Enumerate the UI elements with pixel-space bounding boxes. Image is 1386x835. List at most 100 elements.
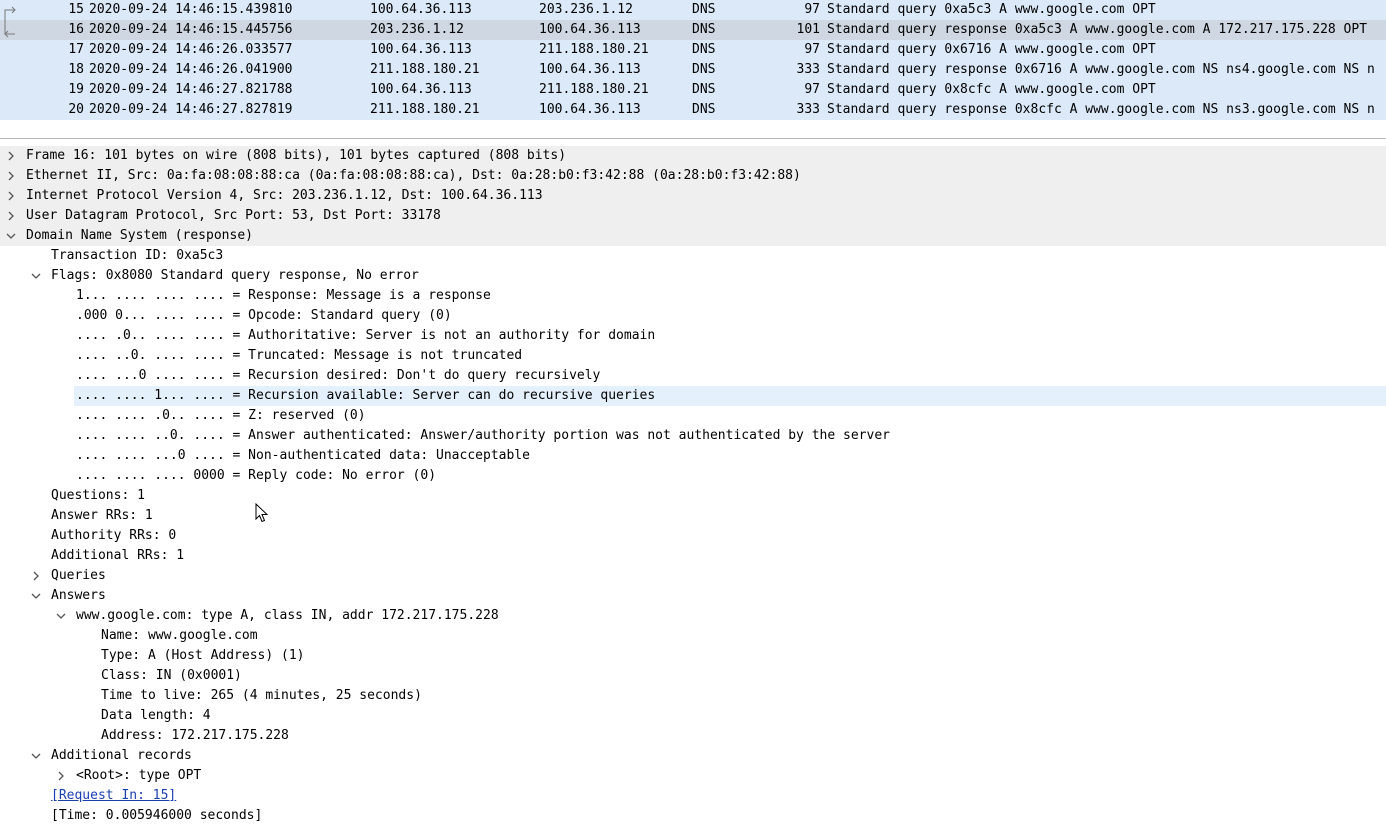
tree-flag-authoritative[interactable]: .... .0.. .... .... = Authoritative: Ser… <box>0 326 1386 346</box>
tree-answer-name[interactable]: Name: www.google.com <box>0 626 1386 646</box>
tree-ethernet[interactable]: Ethernet II, Src: 0a:fa:08:08:88:ca (0a:… <box>0 166 1386 186</box>
tree-answer-type[interactable]: Type: A (Host Address) (1) <box>0 646 1386 666</box>
packet-source: 100.64.36.113 <box>370 2 472 17</box>
packet-source: 203.236.1.12 <box>370 22 464 37</box>
chevron-right-icon[interactable] <box>54 769 68 783</box>
packet-row[interactable]: 18 2020-09-24 14:46:26.041900 211.188.180.… <box>0 60 1386 80</box>
packet-length: 97 <box>804 2 820 17</box>
packet-destination: 100.64.36.113 <box>539 22 641 37</box>
packet-destination: 100.64.36.113 <box>539 62 641 77</box>
tree-authority-rrs[interactable]: Authority RRs: 0 <box>0 526 1386 546</box>
packet-time: 2020-09-24 14:46:27.827819 <box>89 102 293 117</box>
tree-answer-record[interactable]: www.google.com: type A, class IN, addr 1… <box>0 606 1386 626</box>
chevron-right-icon[interactable] <box>29 569 43 583</box>
tree-row-label: Data length: 4 <box>101 708 211 723</box>
tree-row-label: Answer RRs: 1 <box>51 508 153 523</box>
chevron-down-icon[interactable] <box>29 749 43 763</box>
tree-flag-z[interactable]: .... .... .0.. .... = Z: reserved (0) <box>0 406 1386 426</box>
packet-protocol: DNS <box>692 2 716 17</box>
tree-frame[interactable]: Frame 16: 101 bytes on wire (808 bits), … <box>0 146 1386 166</box>
tree-queries[interactable]: Queries <box>0 566 1386 586</box>
tree-row-label: .... .... .... 0000 = Reply code: No err… <box>76 468 437 483</box>
packet-time: 2020-09-24 14:46:15.445756 <box>89 22 293 37</box>
packet-details-tree[interactable]: Frame 16: 101 bytes on wire (808 bits), … <box>0 146 1386 835</box>
tree-additional-rrs[interactable]: Additional RRs: 1 <box>0 546 1386 566</box>
chevron-right-icon[interactable] <box>4 189 18 203</box>
packet-number: 18 <box>68 62 84 77</box>
tree-answer-rrs[interactable]: Answer RRs: 1 <box>0 506 1386 526</box>
tree-row-label: User Datagram Protocol, Src Port: 53, Ds… <box>26 208 441 223</box>
tree-flag-recursion-available[interactable]: .... .... 1... .... = Recursion availabl… <box>0 386 1386 406</box>
chevron-right-icon[interactable] <box>4 149 18 163</box>
chevron-right-icon[interactable] <box>4 209 18 223</box>
tree-udp[interactable]: User Datagram Protocol, Src Port: 53, Ds… <box>0 206 1386 226</box>
tree-ipv4[interactable]: Internet Protocol Version 4, Src: 203.23… <box>0 186 1386 206</box>
packet-length: 97 <box>804 82 820 97</box>
tree-root-opt[interactable]: <Root>: type OPT <box>0 766 1386 786</box>
tree-row-label: <Root>: type OPT <box>76 768 202 783</box>
packet-number: 16 <box>68 22 84 37</box>
tree-transaction-id[interactable]: Transaction ID: 0xa5c3 <box>0 246 1386 266</box>
packet-info: Standard query response 0x6716 A www.goo… <box>827 62 1375 77</box>
tree-row-label: Ethernet II, Src: 0a:fa:08:08:88:ca (0a:… <box>26 168 801 183</box>
packet-row[interactable]: 17 2020-09-24 14:46:26.033577 100.64.36.11… <box>0 40 1386 60</box>
tree-answer-ttl[interactable]: Time to live: 265 (4 minutes, 25 seconds… <box>0 686 1386 706</box>
packet-number: 17 <box>68 42 84 57</box>
chevron-right-icon[interactable] <box>4 169 18 183</box>
packet-source: 100.64.36.113 <box>370 42 472 57</box>
tree-answer-address[interactable]: Address: 172.217.175.228 <box>0 726 1386 746</box>
tree-flag-answer-authenticated[interactable]: .... .... ..0. .... = Answer authenticat… <box>0 426 1386 446</box>
tree-row-label: www.google.com: type A, class IN, addr 1… <box>76 608 499 623</box>
tree-flag-truncated[interactable]: .... ..0. .... .... = Truncated: Message… <box>0 346 1386 366</box>
packet-length: 333 <box>796 62 820 77</box>
packet-length: 97 <box>804 42 820 57</box>
tree-row-label: .... .... ...0 .... = Non-authenticated … <box>76 448 530 463</box>
packet-destination: 211.188.180.21 <box>539 82 649 97</box>
tree-row-label: Internet Protocol Version 4, Src: 203.23… <box>26 188 543 203</box>
tree-row-label: Frame 16: 101 bytes on wire (808 bits), … <box>26 148 567 163</box>
pane-splitter[interactable] <box>0 120 1386 146</box>
chevron-down-icon[interactable] <box>4 229 18 243</box>
packet-info: Standard query response 0x8cfc A www.goo… <box>827 102 1375 117</box>
packet-protocol: DNS <box>692 42 716 57</box>
packet-destination: 211.188.180.21 <box>539 42 649 57</box>
tree-row-label: .... .... .0.. .... = Z: reserved (0) <box>76 408 366 423</box>
tree-flag-recursion-desired[interactable]: .... ...0 .... .... = Recursion desired:… <box>0 366 1386 386</box>
tree-answer-class[interactable]: Class: IN (0x0001) <box>0 666 1386 686</box>
tree-row-label: Queries <box>51 568 106 583</box>
tree-flag-reply-code[interactable]: .... .... .... 0000 = Reply code: No err… <box>0 466 1386 486</box>
tree-row-label: Name: www.google.com <box>101 628 258 643</box>
tree-flag-opcode[interactable]: .000 0... .... .... = Opcode: Standard q… <box>0 306 1386 326</box>
tree-row-label: Flags: 0x8080 Standard query response, N… <box>51 268 419 283</box>
tree-dns[interactable]: Domain Name System (response) <box>0 226 1386 246</box>
chevron-down-icon[interactable] <box>29 269 43 283</box>
tree-row-label: Type: A (Host Address) (1) <box>101 648 305 663</box>
tree-flag-non-authenticated[interactable]: .... .... ...0 .... = Non-authenticated … <box>0 446 1386 466</box>
tree-time[interactable]: [Time: 0.005946000 seconds] <box>0 806 1386 826</box>
packet-info: Standard query 0x6716 A www.google.com O… <box>827 42 1156 57</box>
packet-number: 15 <box>68 2 84 17</box>
tree-answer-data-length[interactable]: Data length: 4 <box>0 706 1386 726</box>
tree-answers[interactable]: Answers <box>0 586 1386 606</box>
tree-row-label: Answers <box>51 588 106 603</box>
packet-row[interactable]: 15 2020-09-24 14:46:15.439810 100.64.36.11… <box>0 0 1386 20</box>
tree-request-in-link[interactable]: [Request In: 15] <box>0 786 1386 806</box>
chevron-down-icon[interactable] <box>29 589 43 603</box>
tree-flags[interactable]: Flags: 0x8080 Standard query response, N… <box>0 266 1386 286</box>
packet-destination: 100.64.36.113 <box>539 102 641 117</box>
tree-row-label: .... .0.. .... .... = Authoritative: Ser… <box>76 328 656 343</box>
packet-row[interactable]: 20 2020-09-24 14:46:27.827819 211.188.180.… <box>0 100 1386 120</box>
tree-questions[interactable]: Questions: 1 <box>0 486 1386 506</box>
tree-additional-records[interactable]: Additional records <box>0 746 1386 766</box>
chevron-down-icon[interactable] <box>54 609 68 623</box>
packet-list[interactable]: 15 2020-09-24 14:46:15.439810 100.64.36.11… <box>0 0 1386 120</box>
packet-source: 211.188.180.21 <box>370 102 480 117</box>
tree-row-label: .000 0... .... .... = Opcode: Standard q… <box>76 308 452 323</box>
packet-row[interactable]: 16 2020-09-24 14:46:15.445756 203.236.1.12… <box>0 20 1386 40</box>
request-in-link[interactable]: [Request In: 15] <box>51 786 176 806</box>
packet-length: 101 <box>796 22 820 37</box>
tree-flag-response[interactable]: 1... .... .... .... = Response: Message … <box>0 286 1386 306</box>
packet-destination: 203.236.1.12 <box>539 2 633 17</box>
packet-row[interactable]: 19 2020-09-24 14:46:27.821788 100.64.36.11… <box>0 80 1386 100</box>
packet-source: 100.64.36.113 <box>370 82 472 97</box>
